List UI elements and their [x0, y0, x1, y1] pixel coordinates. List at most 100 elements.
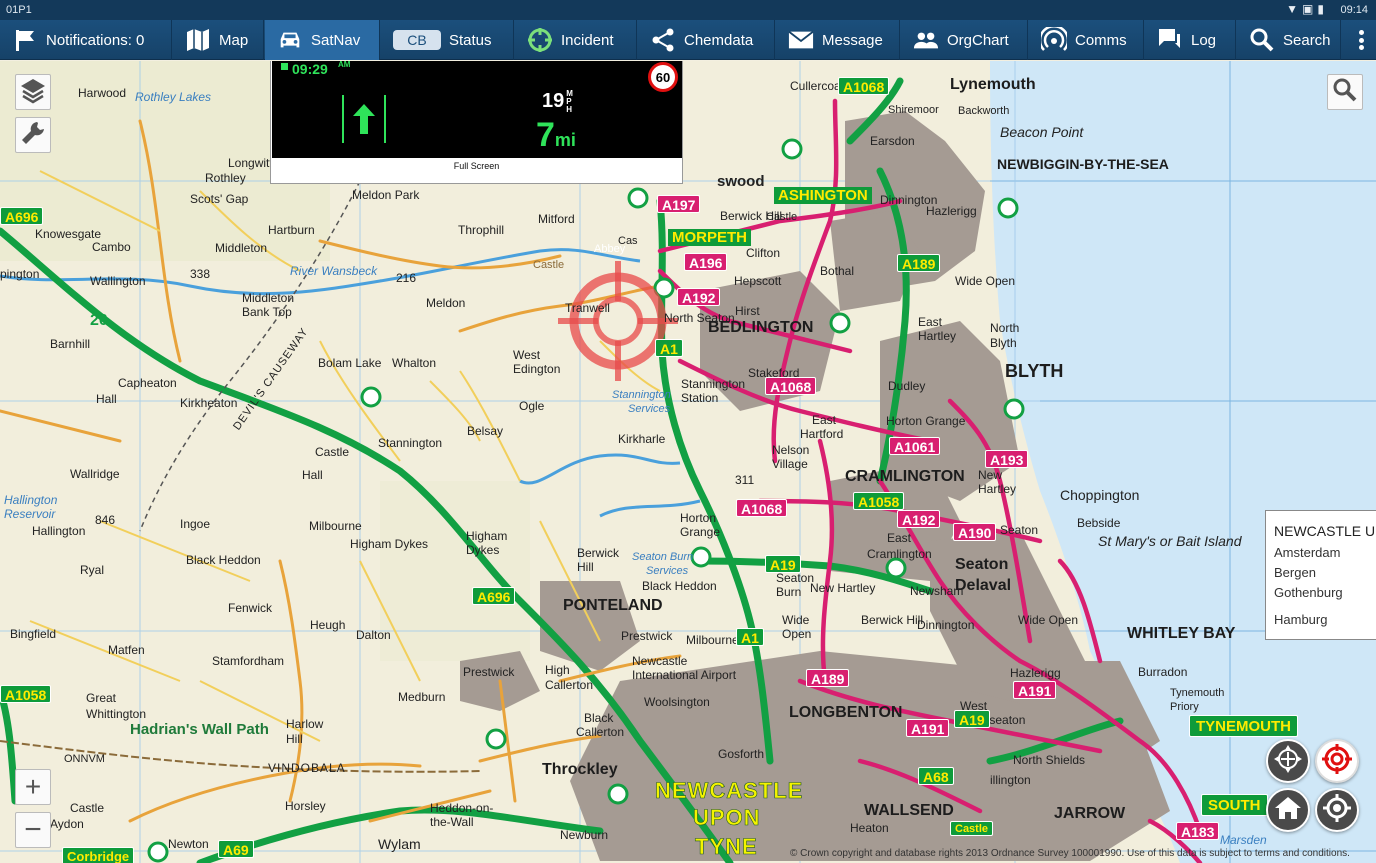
water-label: River Wansbeck [290, 264, 378, 278]
city-label: TYNE [695, 834, 758, 860]
village-label: Black Heddon [186, 553, 261, 567]
village-label: Callerton [545, 678, 594, 692]
layers-button[interactable] [15, 74, 51, 110]
village-label: Shiremoor [888, 104, 939, 116]
tab-message[interactable]: Message [776, 20, 900, 60]
zoom-out-button[interactable]: − [15, 812, 51, 848]
village-label: Horsley [285, 799, 326, 813]
village-label: New Hartley [810, 581, 876, 595]
village-label: Woolsington [644, 695, 710, 709]
village-label: Burradon [1138, 665, 1188, 679]
village-label: Hall [96, 392, 117, 406]
village-label: Hazlerigg [926, 204, 977, 218]
full-screen-button[interactable]: Full Screen [271, 161, 682, 171]
wrench-icon [20, 120, 46, 151]
village-label: Nelson [772, 443, 810, 457]
eta-time: 09:29 [292, 61, 328, 77]
town-label: Lynemouth [950, 76, 1036, 93]
satnav-screen: 09:29 AM 19 MPH 7mi 60 [272, 61, 682, 158]
village-label: High [545, 663, 570, 677]
ferry-destination: Bergen [1274, 565, 1316, 580]
village-label: Mitford [538, 212, 575, 226]
tab-satnav[interactable]: SatNav [265, 20, 380, 60]
town-label: PONTELAND [563, 597, 663, 614]
feature-label: Services [628, 403, 671, 415]
map-view[interactable]: Lynemouth Backworth Shiremoor Earsdon Cu… [0, 61, 1376, 863]
village-label: Scots' Gap [190, 192, 249, 206]
tab-map[interactable]: Map [173, 20, 264, 60]
incident-target-button[interactable] [1315, 739, 1359, 783]
speed-value: 19 [542, 90, 565, 112]
village-label: Milbourne [686, 633, 739, 647]
town-label: BEDLINGTON [708, 319, 814, 336]
feature-label: ONNVM [64, 753, 105, 765]
village-label: Wide Open [955, 274, 1016, 288]
village-label: Black Heddon [642, 579, 717, 593]
tab-orgchart[interactable]: OrgChart [901, 20, 1028, 60]
search-button[interactable]: Search [1237, 20, 1341, 60]
village-label: Ogle [519, 399, 545, 413]
tab-incident[interactable]: Incident [515, 20, 637, 60]
road-label: A1058 [0, 685, 52, 703]
town-label: Throckley [542, 761, 618, 778]
overflow-menu-icon[interactable] [1356, 27, 1366, 53]
village-label: Dalton [356, 628, 391, 642]
tab-status[interactable]: CB Status [381, 20, 514, 60]
village-label: East [887, 531, 912, 545]
home-icon [1274, 795, 1302, 826]
status-icons: ▼▣▮ [1286, 2, 1328, 16]
water-label: Rothley Lakes [135, 90, 212, 104]
village-label: Bothal [820, 264, 855, 278]
tab-chemdata[interactable]: Chemdata [638, 20, 775, 60]
village-label: Wallington [90, 274, 146, 288]
village-label: Edington [513, 362, 561, 376]
locate-me-button[interactable] [1315, 788, 1359, 832]
town-label: LONGBENTON [789, 704, 903, 721]
village-label: Hazlerigg [1010, 666, 1061, 680]
village-label: Berwick [577, 546, 620, 560]
road-label: A193 [985, 450, 1029, 468]
road-label: A191 [1013, 681, 1057, 699]
road-label: A192 [897, 510, 941, 528]
tab-orgchart-label: OrgChart [947, 31, 1009, 49]
share-icon [650, 27, 676, 53]
village-label: Gosforth [718, 747, 765, 761]
village-label: Aydon [50, 817, 84, 831]
straight-arrow-icon [342, 95, 386, 143]
pan-button[interactable] [1266, 739, 1310, 783]
village-label: Harwood [78, 86, 127, 100]
village-label: Dudley [888, 379, 926, 393]
village-label: Dykes [466, 543, 500, 557]
map-search-button[interactable] [1327, 74, 1363, 110]
feature-label: Hadrian's Wall Path [130, 721, 269, 738]
road-label: A68 [918, 767, 954, 785]
signal-icon: ▼ [1286, 2, 1303, 16]
car-icon [277, 27, 303, 53]
notifications-button[interactable]: Notifications: 0 [0, 20, 172, 60]
tab-log[interactable]: Log [1145, 20, 1236, 60]
tab-comms[interactable]: Comms [1029, 20, 1144, 60]
distance-value: 7 [536, 116, 555, 154]
town-label: JARROW [1054, 805, 1126, 822]
road-label: A69 [218, 840, 254, 858]
village-label: Cambo [92, 240, 131, 254]
tools-button[interactable] [15, 117, 51, 153]
village-label: Stannington [681, 377, 746, 391]
home-button[interactable] [1266, 788, 1310, 832]
village-label: West [513, 348, 541, 362]
village-label: Tranwell [565, 301, 610, 315]
village-label: East [812, 413, 837, 427]
village-label: Horton [680, 511, 717, 525]
gps-locate-icon [1322, 793, 1352, 828]
village-label: Hartley [978, 482, 1017, 496]
zoom-in-button[interactable]: + [15, 769, 51, 805]
road-label: A1068 [838, 77, 890, 95]
number-label: 338 [190, 267, 211, 281]
road-label: A1068 [765, 377, 817, 395]
village-label: East [918, 315, 943, 329]
tab-log-label: Log [1191, 31, 1217, 49]
copyright-notice: © Crown copyright and database rights 20… [790, 848, 1350, 859]
village-label: Higham Dykes [350, 537, 429, 551]
tab-map-label: Map [219, 31, 249, 49]
road-label: A1068 [736, 499, 788, 517]
